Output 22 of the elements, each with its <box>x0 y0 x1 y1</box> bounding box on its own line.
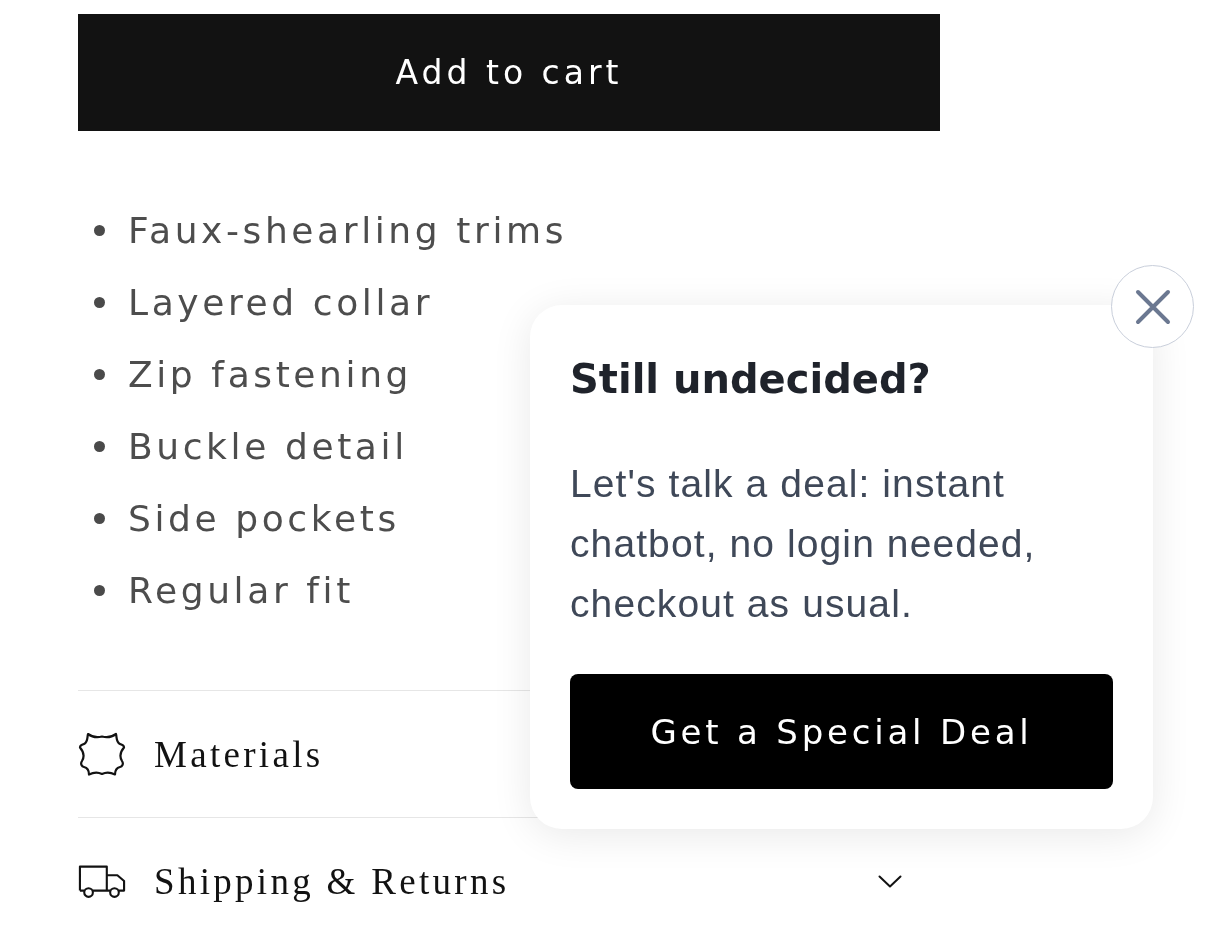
accordion-title[interactable]: Shipping & Returns <box>154 859 510 903</box>
bullet-icon <box>94 440 105 452</box>
bullet-icon <box>94 584 105 596</box>
add-to-cart-button[interactable]: Add to cart <box>78 14 940 131</box>
accordion-title[interactable]: Materials <box>154 732 324 776</box>
feature-item: Side pockets <box>128 497 400 539</box>
special-deal-button[interactable]: Get a Special Deal <box>570 674 1113 789</box>
truck-icon <box>78 863 126 899</box>
popup-message: Let's talk a deal: instant chatbot, no login needed, checkout as usual. <box>570 461 1037 627</box>
leather-hide-icon <box>78 731 126 777</box>
feature-item: Faux-shearling trims <box>128 209 567 251</box>
close-icon <box>1134 288 1171 325</box>
feature-item: Zip fastening <box>128 353 412 395</box>
bullet-icon <box>94 296 105 308</box>
bullet-icon <box>94 512 105 524</box>
popup-title: Still undecided? <box>570 355 932 403</box>
feature-item: Regular fit <box>128 569 354 611</box>
feature-item: Buckle detail <box>128 425 408 467</box>
chevron-icon[interactable] <box>878 874 902 888</box>
bullet-icon <box>94 224 105 236</box>
feature-item: Layered collar <box>128 281 434 323</box>
bullet-icon <box>94 368 105 380</box>
